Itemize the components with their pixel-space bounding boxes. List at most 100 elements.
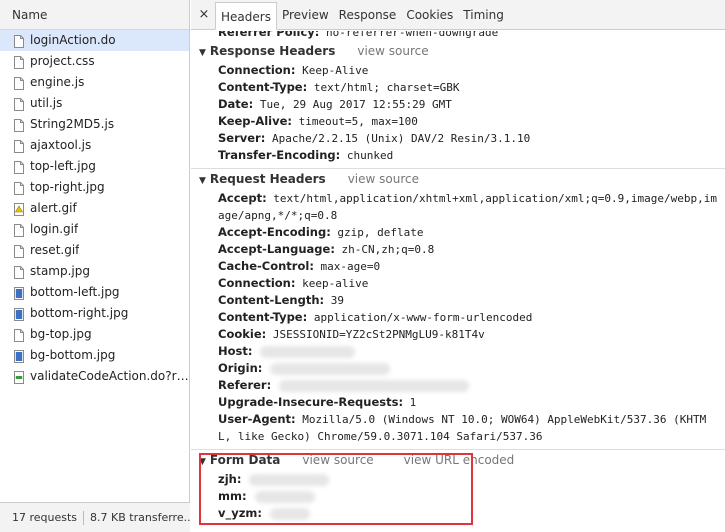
header-row: zjh: <box>191 471 725 488</box>
form-data-toggle[interactable]: ▼ Form Data view source view URL encoded <box>191 450 725 471</box>
request-count: 17 requests <box>12 511 78 524</box>
request-list-item[interactable]: validateCodeAction.do?ran... <box>0 366 189 387</box>
response-headers-section: ▼ Response Headers view source Connection:… <box>191 41 725 169</box>
green-image-icon <box>14 370 24 384</box>
header-row: Keep-Alive: timeout=5, max=100 <box>191 113 725 130</box>
request-name: String2MD5.js <box>30 117 115 131</box>
form-data-rows: zjh: mm: v_yzm: <box>191 471 725 522</box>
request-headers-section: ▼ Request Headers view source Accept: text… <box>191 169 725 450</box>
detail-tab-bar: × Headers Preview Response Cookies Timing <box>191 0 725 30</box>
request-list-item[interactable]: top-right.jpg <box>0 177 189 198</box>
header-row: Host: <box>191 343 725 360</box>
close-icon[interactable]: × <box>195 1 213 29</box>
request-headers-toggle[interactable]: ▼ Request Headers view source <box>191 169 725 190</box>
view-source-link[interactable]: view source <box>357 44 428 58</box>
tab-preview[interactable]: Preview <box>277 1 334 29</box>
tab-headers[interactable]: Headers <box>215 2 277 30</box>
header-row: Origin: <box>191 360 725 377</box>
triangle-down-icon: ▼ <box>199 176 206 186</box>
request-name: bg-top.jpg <box>30 327 92 341</box>
header-row: Content-Length: 39 <box>191 292 725 309</box>
request-name: top-right.jpg <box>30 180 105 194</box>
view-source-link[interactable]: view source <box>348 172 419 186</box>
view-source-link[interactable]: view source <box>302 453 373 467</box>
tab-timing[interactable]: Timing <box>458 1 509 29</box>
header-row: Transfer-Encoding: chunked <box>191 147 725 164</box>
document-icon <box>14 223 24 237</box>
request-list-item[interactable]: stamp.jpg <box>0 261 189 282</box>
header-value: text/html,application/xhtml+xml,applicat… <box>218 192 718 222</box>
triangle-down-icon: ▼ <box>199 48 206 58</box>
request-list-item[interactable]: ajaxtool.js <box>0 135 189 156</box>
request-list-item[interactable]: loginAction.do <box>0 30 189 51</box>
header-row: Cookie: JSESSIONID=YZ2cSt2PNMgLU9-k81T4v <box>191 326 725 343</box>
request-name: util.js <box>30 96 63 110</box>
header-key: Server: <box>218 131 266 145</box>
blue-image-icon <box>14 349 24 363</box>
header-key: zjh: <box>218 472 242 486</box>
header-value: no-referrer-when-downgrade <box>319 31 499 39</box>
document-icon <box>14 55 24 69</box>
header-value: Tue, 29 Aug 2017 12:55:29 GMT <box>253 98 452 111</box>
header-row: Accept: text/html,application/xhtml+xml,… <box>191 190 725 224</box>
triangle-down-icon: ▼ <box>199 457 206 467</box>
response-headers-title: Response Headers <box>209 44 336 58</box>
request-list-item[interactable]: String2MD5.js <box>0 114 189 135</box>
header-key: Connection: <box>218 63 296 77</box>
header-key: Content-Type: <box>218 310 308 324</box>
header-value: JSESSIONID=YZ2cSt2PNMgLU9-k81T4v <box>266 328 485 341</box>
tab-cookies[interactable]: Cookies <box>401 1 458 29</box>
header-key: v_yzm: <box>218 506 263 520</box>
request-list-item[interactable]: bottom-left.jpg <box>0 282 189 303</box>
header-row: Content-Type: text/html; charset=GBK <box>191 79 725 96</box>
request-list-item[interactable]: alert.gif <box>0 198 189 219</box>
header-key: Referer: <box>218 378 272 392</box>
request-list-item[interactable]: project.css <box>0 51 189 72</box>
request-list-item[interactable]: reset.gif <box>0 240 189 261</box>
request-name: bottom-right.jpg <box>30 306 129 320</box>
transferred-size: 8.7 KB transferre... <box>90 511 190 524</box>
name-column-header[interactable]: Name <box>0 0 189 30</box>
request-list-item[interactable]: engine.js <box>0 72 189 93</box>
redacted-value <box>270 362 391 375</box>
request-list-item[interactable]: bg-bottom.jpg <box>0 345 189 366</box>
tab-response[interactable]: Response <box>334 1 402 29</box>
request-name: loginAction.do <box>30 33 116 47</box>
request-list-item[interactable]: bottom-right.jpg <box>0 303 189 324</box>
request-name: reset.gif <box>30 243 80 257</box>
response-header-rows: Connection: Keep-Alive Content-Type: text… <box>191 62 725 164</box>
request-name: login.gif <box>30 222 79 236</box>
document-icon <box>14 160 24 174</box>
request-list-item[interactable]: login.gif <box>0 219 189 240</box>
header-row: Accept-Encoding: gzip, deflate <box>191 224 725 241</box>
header-key: mm: <box>218 489 247 503</box>
request-list-item[interactable]: top-left.jpg <box>0 156 189 177</box>
header-value: 39 <box>324 294 344 307</box>
request-list-item[interactable]: bg-top.jpg <box>0 324 189 345</box>
document-icon <box>14 76 24 90</box>
footer-divider <box>83 511 85 525</box>
header-key: Content-Type: <box>218 80 308 94</box>
view-url-encoded-link[interactable]: view URL encoded <box>404 453 515 467</box>
request-name: alert.gif <box>30 201 77 215</box>
header-key: Keep-Alive: <box>218 114 292 128</box>
document-icon <box>14 265 24 279</box>
header-value: zh-CN,zh;q=0.8 <box>334 243 435 256</box>
header-value: text/html; charset=GBK <box>307 81 460 94</box>
header-key: Host: <box>218 344 253 358</box>
request-name: project.css <box>30 54 95 68</box>
document-icon <box>14 34 24 48</box>
request-name: stamp.jpg <box>30 264 90 278</box>
header-key: User-Agent: <box>218 412 296 426</box>
request-list-item[interactable]: util.js <box>0 93 189 114</box>
header-row: Referer: <box>191 377 725 394</box>
request-name: ajaxtool.js <box>30 138 92 152</box>
header-key: Referrer Policy: <box>218 31 320 39</box>
document-icon <box>14 97 24 111</box>
header-row: Date: Tue, 29 Aug 2017 12:55:29 GMT <box>191 96 725 113</box>
redacted-value <box>254 490 315 503</box>
header-row: Accept-Language: zh-CN,zh;q=0.8 <box>191 241 725 258</box>
request-detail-panel: × Headers Preview Response Cookies Timing Re… <box>191 0 725 532</box>
header-row: Content-Type: application/x-www-form-url… <box>191 309 725 326</box>
response-headers-toggle[interactable]: ▼ Response Headers view source <box>191 41 725 62</box>
